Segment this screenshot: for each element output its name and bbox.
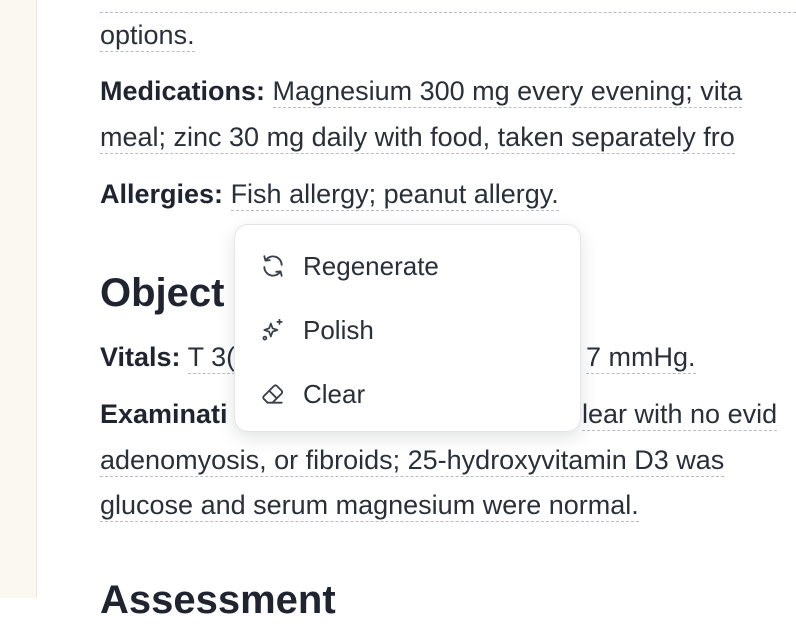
options-text: options. [100, 20, 195, 52]
clear-menu-item[interactable]: Clear [235, 368, 580, 420]
medications-line-1[interactable]: Medications: Magnesium 300 mg every even… [100, 74, 743, 108]
assessment-heading: Assessment [100, 578, 336, 622]
options-line[interactable]: options. [100, 18, 195, 52]
previous-line-underline [100, 0, 796, 13]
allergies-text: Fish allergy; peanut allergy. [230, 179, 559, 211]
allergies-label: Allergies: [100, 179, 224, 209]
sparkles-icon [259, 316, 287, 344]
medications-text-1: Magnesium 300 mg every evening; vita [272, 76, 743, 108]
examination-line-2[interactable]: adenomyosis, or fibroids; 25-hydroxyvita… [100, 443, 725, 477]
allergies-line[interactable]: Allergies: Fish allergy; peanut allergy. [100, 177, 559, 211]
medications-label: Medications: [100, 76, 266, 106]
medications-text-2: meal; zinc 30 mg daily with food, taken … [100, 122, 735, 154]
clear-label: Clear [303, 378, 366, 409]
vitals-text-right: 7 mmHg. [586, 342, 696, 374]
examination-line-right[interactable]: lear with no evid [582, 397, 778, 431]
medications-line-2[interactable]: meal; zinc 30 mg daily with food, taken … [100, 120, 735, 154]
refresh-icon [259, 252, 287, 280]
objective-heading: Object [100, 271, 225, 315]
polish-label: Polish [303, 314, 374, 345]
examination-label: Examinati [100, 399, 228, 429]
examination-line[interactable]: Examinati [100, 397, 228, 431]
polish-menu-item[interactable]: Polish [235, 304, 580, 356]
examination-text-right: lear with no evid [582, 399, 778, 431]
examination-text-2: adenomyosis, or fibroids; 25-hydroxyvita… [100, 445, 725, 477]
editor-left-rail [0, 0, 37, 598]
regenerate-label: Regenerate [303, 250, 439, 281]
eraser-icon [259, 380, 287, 408]
examination-text-3: glucose and serum magnesium were normal. [100, 490, 639, 522]
regenerate-menu-item[interactable]: Regenerate [235, 240, 580, 292]
vitals-line[interactable]: Vitals: T 3( [100, 340, 236, 374]
vitals-label: Vitals: [100, 342, 181, 372]
vitals-text-left: T 3( [187, 342, 236, 374]
vitals-line-right[interactable]: 7 mmHg. [586, 340, 696, 374]
section-actions-popover: Regenerate Polish Clear [234, 224, 581, 432]
examination-line-3[interactable]: glucose and serum magnesium were normal. [100, 488, 639, 522]
